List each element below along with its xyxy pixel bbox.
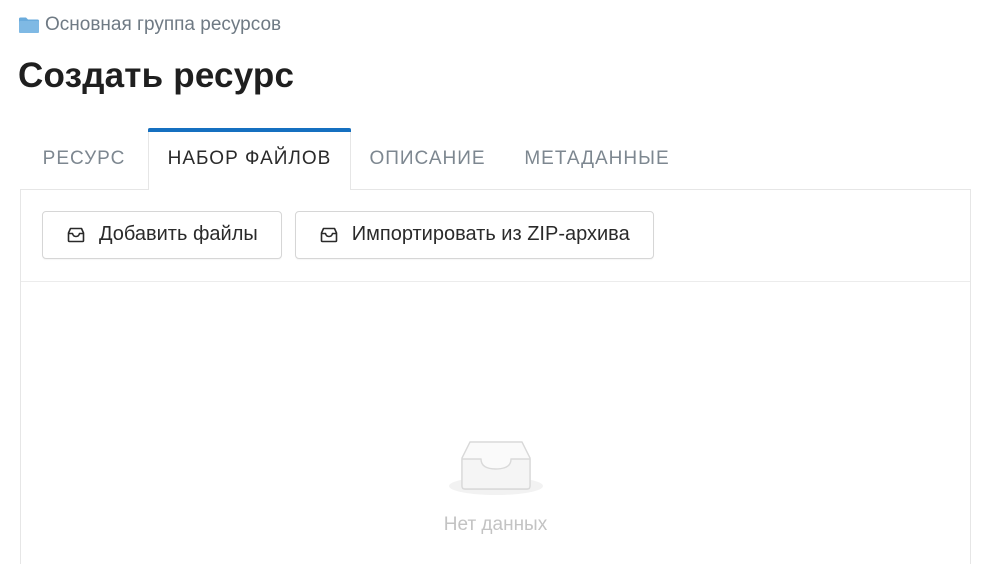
- breadcrumb[interactable]: Основная группа ресурсов: [18, 14, 281, 36]
- inbox-icon: [67, 227, 85, 242]
- add-files-label: Добавить файлы: [99, 223, 258, 245]
- tab-file-set[interactable]: НАБОР ФАЙЛОВ: [148, 128, 351, 191]
- empty-state: Нет данных: [21, 436, 970, 536]
- import-zip-label: Импортировать из ZIP-архива: [351, 223, 630, 245]
- add-files-button[interactable]: Добавить файлы: [42, 210, 282, 259]
- file-set-panel: Добавить файлы Импортировать из ZIP-архи…: [20, 189, 971, 564]
- empty-tray-icon: [449, 441, 543, 495]
- tab-bar: РЕСУРС НАБОР ФАЙЛОВ ОПИСАНИЕ МЕТАДАННЫЕ: [20, 128, 690, 191]
- tab-metadata[interactable]: МЕТАДАННЫЕ: [504, 128, 690, 190]
- breadcrumb-label: Основная группа ресурсов: [45, 14, 282, 35]
- tab-description[interactable]: ОПИСАНИЕ: [351, 128, 504, 190]
- tab-resource[interactable]: РЕСУРС: [20, 128, 148, 190]
- import-zip-button[interactable]: Импортировать из ZIP-архива: [294, 210, 654, 259]
- toolbar: Добавить файлы Импортировать из ZIP-архи…: [21, 190, 970, 282]
- inbox-icon: [320, 227, 338, 242]
- page-title: Создать ресурс: [18, 56, 295, 95]
- folder-icon: [19, 17, 39, 33]
- create-resource-page: Основная группа ресурсов Создать ресурс …: [0, 0, 989, 564]
- empty-state-text: Нет данных: [443, 514, 548, 535]
